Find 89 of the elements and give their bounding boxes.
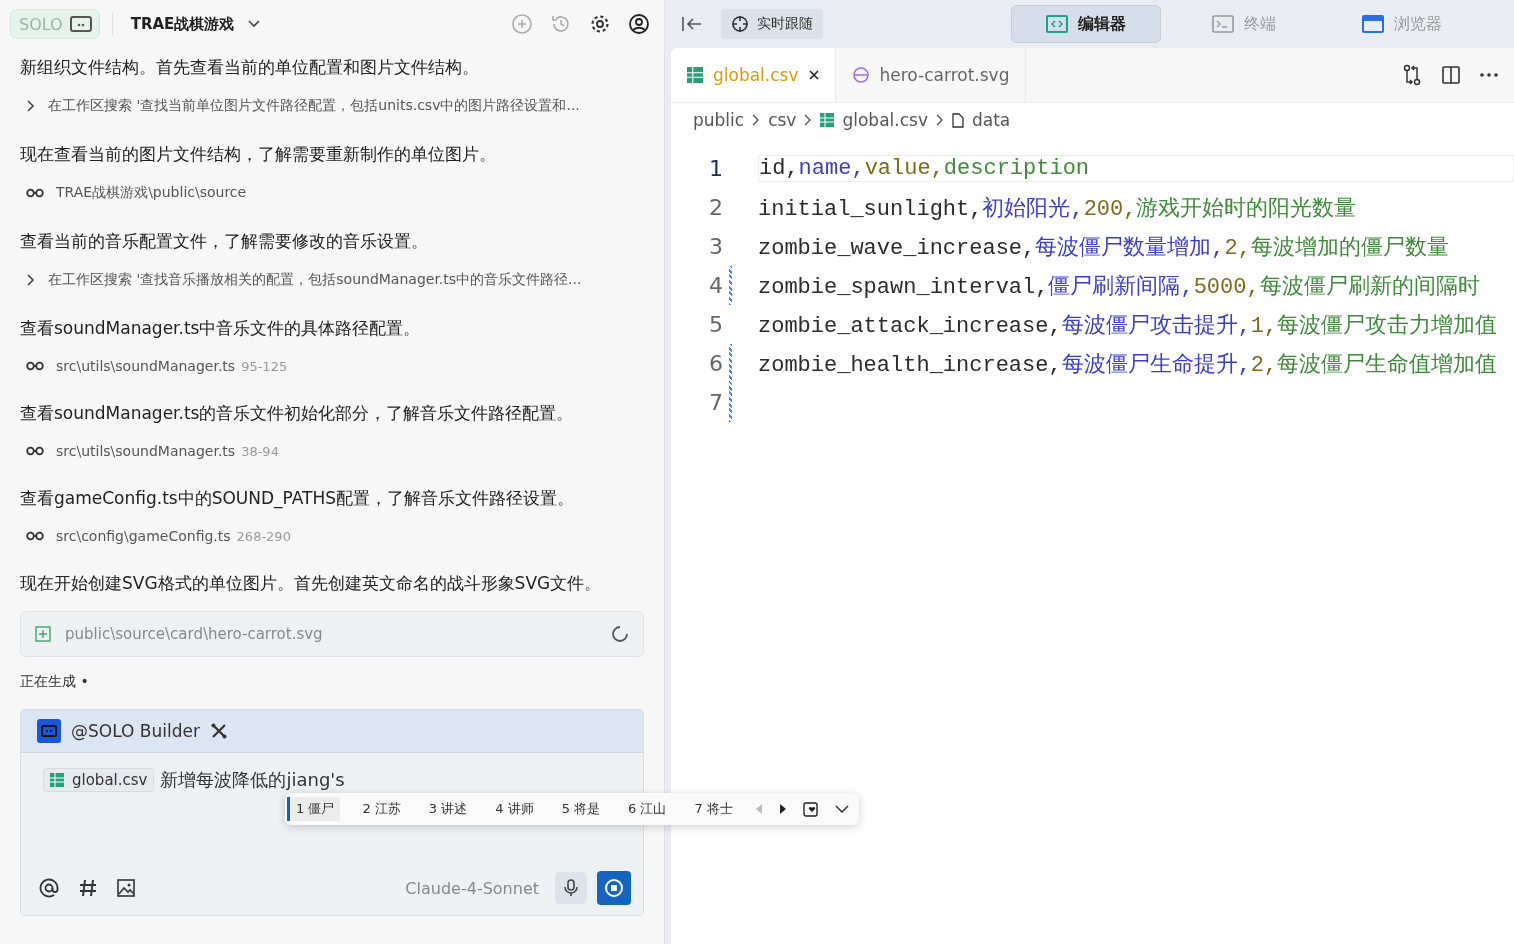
agent-name: @SOLO Builder [71,721,200,741]
table-icon [820,113,835,127]
crosshair-icon [731,15,749,33]
spinner-icon [611,625,629,643]
microphone-icon [564,879,578,897]
message-text: 查看当前的音乐配置文件，了解需要修改的音乐设置。 [20,230,429,253]
split-view-icon[interactable] [1442,66,1460,84]
more-icon[interactable] [1480,73,1498,77]
message-text: 现在查看当前的图片文件结构，了解需要重新制作的单位图片。 [20,143,497,166]
search-step[interactable]: 在工作区搜索 '查找音乐播放相关的配置，包括soundManager.ts中的音乐文件路径... [48,271,582,289]
table-icon [50,773,64,787]
code-line: zombie_attack_increase,每波僵尸攻击提升,1,每波僵尸攻击力增加值 [758,312,1498,340]
message-text: 现在开始创建SVG格式的单位图片。首先创建英文命名的战斗形象SVG文件。 [20,572,603,595]
project-dropdown[interactable]: TRAE战棋游戏 [124,13,267,35]
ime-candidate[interactable]: 2 江苏 [356,797,407,821]
glasses-icon [26,446,44,456]
message-text: 查看soundManager.ts中音乐文件的具体路径配置。 [20,317,422,340]
search-step[interactable]: 在工作区搜索 '查找当前单位图片文件路径配置，包括units.csv中的图片路径设置和... [48,97,580,115]
window-icon [68,14,93,34]
file-path: public\source\card\hero-carrot.svg [65,625,324,643]
browser-window-icon [1362,15,1384,33]
ime-candidate[interactable]: 6 江山 [622,797,673,821]
agent-icon [37,719,61,743]
line-number: 4 [708,273,723,298]
file-tab[interactable]: hero-carrot.svg [835,48,1027,102]
chevron-right-icon[interactable] [26,274,36,286]
message-text: 新组织文件结构。首先查看当前的单位配置和图片文件结构。 [20,56,480,79]
user-icon[interactable] [628,13,650,35]
ime-candidate[interactable]: 3 讲述 [422,797,474,821]
line-range: 95-125 [241,358,288,374]
line-number: 1 [708,156,723,181]
message-text: 查看gameConfig.ts中的SOUND_PATHS配置，了解音乐文件路径设置。 [20,487,576,510]
table-icon [687,67,703,83]
chevron-down-icon[interactable] [834,805,849,813]
ime-candidate[interactable]: 4 讲师 [489,797,540,821]
stop-button[interactable] [597,871,631,905]
line-number: 3 [708,234,723,259]
mode-label: SOLO [19,14,63,34]
chevron-right-icon [935,114,944,126]
breadcrumb-item[interactable]: data [971,110,1011,130]
file-path[interactable]: TRAE战棋游戏\public\source [56,184,247,202]
ime-candidate[interactable]: 1 僵尸 [287,797,341,821]
glasses-icon [26,531,44,541]
stop-icon [604,878,624,898]
line-range: 268-290 [236,528,291,544]
compare-icon[interactable] [1402,64,1422,86]
follow-button[interactable]: 实时跟随 [721,9,823,39]
next-page-icon[interactable] [778,804,787,814]
chevron-right-icon[interactable] [26,100,36,112]
ime-candidate[interactable]: 7 将士 [688,797,739,821]
message-text: 查看soundManager.ts的音乐文件初始化部分，了解音乐文件路径配置。 [20,402,575,425]
file-path[interactable]: src\config\gameConfig.ts [56,528,231,544]
breadcrumb-item[interactable]: public [693,110,745,130]
context-file-chip[interactable]: global.csv [43,768,155,792]
chevron-right-icon [804,114,813,126]
line-number: 2 [708,195,723,220]
code-line: initial_sunlight,初始阳光,200,游戏开始时的阳光数量 [758,195,1357,223]
view-tab[interactable]: 编辑器 [1011,5,1161,43]
breadcrumb-item[interactable]: csv [768,110,797,130]
chevron-down-icon [248,20,261,28]
breadcrumb-item[interactable]: global.csv [842,110,928,130]
code-line: zombie_spawn_interval,僵尸刷新间隔,5000,每波僵尸刷新的间隔时 [758,273,1480,301]
line-number: 6 [708,351,723,376]
code-line: zombie_health_increase,每波僵尸生命提升,2,每波僵尸生命值增加值 [758,351,1498,379]
mention-icon[interactable] [39,878,59,898]
hash-icon[interactable] [79,879,97,897]
file-path[interactable]: src\utils\soundManager.ts [56,358,236,374]
glasses-icon [26,188,44,198]
collapse-panel-icon[interactable] [681,16,703,32]
close-icon[interactable] [808,70,819,80]
line-range: 38-94 [241,443,279,459]
microphone-button[interactable] [555,872,587,904]
line-number: 7 [708,390,723,415]
typed-text: 新增每波降低的jiang's [160,768,345,792]
glasses-icon [26,361,44,371]
tools-icon [209,722,228,740]
file-icon [951,112,964,128]
add-file-icon [35,626,51,642]
generating-status: 正在生成 • [20,673,90,691]
svg-file-icon [851,66,870,84]
chevron-right-icon [752,114,761,126]
line-number: 5 [708,312,723,337]
settings-icon[interactable] [589,13,611,35]
image-icon[interactable] [117,879,135,897]
code-window-icon [1046,15,1068,33]
code-line: zombie_wave_increase,每波僵尸数量增加,2,每波增加的僵尸数量 [758,234,1449,262]
file-path[interactable]: src\utils\soundManager.ts [56,443,236,459]
ime-candidate[interactable]: 5 将是 [555,797,607,821]
terminal-icon [1212,15,1234,33]
